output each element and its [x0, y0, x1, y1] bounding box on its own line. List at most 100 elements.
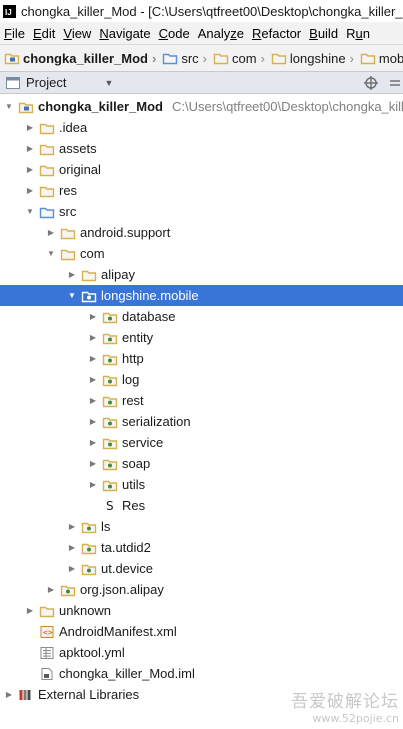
- menu-item[interactable]: Build: [305, 26, 342, 41]
- tree-row[interactable]: ▶ alipay: [0, 264, 403, 285]
- package-icon: [102, 477, 118, 493]
- folder-icon: [39, 120, 55, 136]
- tree-item-label: apktool.yml: [59, 645, 125, 660]
- breadcrumb-label: chongka_killer_Mod: [23, 50, 148, 66]
- tree-row[interactable]: ▶ soap: [0, 453, 403, 474]
- tree-row[interactable]: ▶ utils: [0, 474, 403, 495]
- menu-item[interactable]: Refactor: [248, 26, 305, 41]
- tree-row[interactable]: ▼ chongka_killer_Mod C:\Users\qtfreet00\De…: [0, 96, 403, 117]
- package-icon: [102, 330, 118, 346]
- breadcrumb-item[interactable]: chongka_killer_Mod ›: [0, 51, 158, 66]
- collapse-arrow-icon[interactable]: ▶: [25, 164, 35, 174]
- folder-icon: [39, 603, 55, 619]
- collapse-arrow-icon[interactable]: ▶: [25, 122, 35, 132]
- tree-row[interactable]: ▶ res: [0, 180, 403, 201]
- breadcrumb-item[interactable]: mobile: [356, 51, 403, 66]
- collapse-arrow-icon[interactable]: ▶: [25, 143, 35, 153]
- chevron-right-icon: ›: [151, 50, 157, 66]
- collapse-arrow-icon[interactable]: ▶: [46, 584, 56, 594]
- menu-item[interactable]: Edit: [29, 26, 59, 41]
- tree-row[interactable]: ▶ serialization: [0, 411, 403, 432]
- tree-row[interactable]: ▶ assets: [0, 138, 403, 159]
- module-folder-icon: [4, 51, 20, 65]
- menu-item[interactable]: File: [0, 26, 29, 41]
- expand-arrow-icon[interactable]: ▼: [67, 290, 77, 300]
- scroll-from-source-icon[interactable]: [363, 75, 379, 91]
- collapse-arrow-icon[interactable]: ▶: [25, 185, 35, 195]
- folder-icon: [39, 183, 55, 199]
- tree-row[interactable]: ▶ org.json.alipay: [0, 579, 403, 600]
- menu-item[interactable]: View: [59, 26, 95, 41]
- menu-item[interactable]: Analyze: [194, 26, 248, 41]
- collapse-arrow-icon[interactable]: ▶: [88, 332, 98, 342]
- tree-item-label: res: [59, 183, 78, 198]
- project-view-selector[interactable]: Project ▼: [6, 75, 113, 90]
- collapse-arrow-icon[interactable]: ▶: [88, 437, 98, 447]
- collapse-arrow-icon[interactable]: ▶: [4, 689, 14, 699]
- breadcrumb-label: src: [181, 50, 199, 66]
- tree-item-label: alipay: [101, 267, 135, 282]
- menu-item[interactable]: Run: [342, 26, 374, 41]
- tree-item-label: ut.device: [101, 561, 154, 576]
- tree-row[interactable]: apktool.yml: [0, 642, 403, 663]
- iml-file-icon: [39, 666, 55, 682]
- tree-row[interactable]: ▼ longshine.mobile: [0, 285, 403, 306]
- breadcrumb-item[interactable]: longshine ›: [267, 51, 356, 66]
- package-icon: [102, 456, 118, 472]
- collapse-arrow-icon[interactable]: ▶: [88, 374, 98, 384]
- collapse-arrow-icon[interactable]: ▶: [67, 542, 77, 552]
- tree-row[interactable]: ▶ entity: [0, 327, 403, 348]
- window-title: chongka_killer_Mod - [C:\Users\qtfreet00…: [21, 3, 403, 19]
- expand-arrow-icon[interactable]: ▼: [4, 101, 14, 111]
- tree-row[interactable]: ▼ src: [0, 201, 403, 222]
- chevron-right-icon: ›: [349, 50, 354, 66]
- collapse-arrow-icon[interactable]: ▶: [88, 395, 98, 405]
- chevron-right-icon: ›: [260, 50, 265, 66]
- collapse-arrow-icon[interactable]: ▶: [88, 458, 98, 468]
- collapse-arrow-icon[interactable]: ▶: [67, 521, 77, 531]
- menu-item[interactable]: Code: [155, 26, 194, 41]
- tree-row[interactable]: ▶ http: [0, 348, 403, 369]
- tree-row[interactable]: ▶ ta.utdid2: [0, 537, 403, 558]
- collapse-arrow-icon[interactable]: ▶: [67, 563, 77, 573]
- expand-arrow-icon[interactable]: ▼: [46, 248, 56, 258]
- tree-row[interactable]: ▶ .idea: [0, 117, 403, 138]
- breadcrumb-label: longshine: [289, 50, 346, 66]
- tree-row[interactable]: ▶ ls: [0, 516, 403, 537]
- collapse-arrow-icon[interactable]: ▶: [88, 416, 98, 426]
- collapse-all-icon[interactable]: [387, 75, 403, 91]
- breadcrumb-item[interactable]: com ›: [209, 51, 267, 66]
- tree-row[interactable]: ▶ android.support: [0, 222, 403, 243]
- tree-row[interactable]: ▶ database: [0, 306, 403, 327]
- tree-row[interactable]: ▶ ut.device: [0, 558, 403, 579]
- menu-item[interactable]: Navigate: [95, 26, 154, 41]
- breadcrumb-label: com: [232, 50, 257, 66]
- expand-arrow-icon[interactable]: ▼: [25, 206, 35, 216]
- tree-row[interactable]: ▶ rest: [0, 390, 403, 411]
- tree-row[interactable]: ▶ original: [0, 159, 403, 180]
- tree-row[interactable]: ▶ log: [0, 369, 403, 390]
- folder-icon: [60, 225, 76, 241]
- svg-text:S: S: [106, 499, 114, 513]
- collapse-arrow-icon[interactable]: ▶: [88, 353, 98, 363]
- package-icon: [81, 540, 97, 556]
- tree-row[interactable]: ▼ com: [0, 243, 403, 264]
- tree-item-label: entity: [122, 330, 154, 345]
- collapse-arrow-icon[interactable]: ▶: [67, 269, 77, 279]
- tree-item-label: src: [59, 204, 77, 219]
- tree-row[interactable]: S Res: [0, 495, 403, 516]
- collapse-arrow-icon[interactable]: ▶: [25, 605, 35, 615]
- tree-row[interactable]: <> AndroidManifest.xml: [0, 621, 403, 642]
- package-icon: [102, 351, 118, 367]
- folder-icon: [39, 141, 55, 157]
- breadcrumb-item[interactable]: src ›: [158, 51, 209, 66]
- collapse-arrow-icon[interactable]: ▶: [88, 311, 98, 321]
- tree-item-label: http: [122, 351, 144, 366]
- tree-row[interactable]: ▶ unknown: [0, 600, 403, 621]
- tree-item-label: Res: [122, 498, 146, 513]
- collapse-arrow-icon[interactable]: ▶: [46, 227, 56, 237]
- collapse-arrow-icon[interactable]: ▶: [88, 479, 98, 489]
- tree-row[interactable]: ▶ service: [0, 432, 403, 453]
- tree-row[interactable]: chongka_killer_Mod.iml: [0, 663, 403, 684]
- project-path: C:\Users\qtfreet00\Desktop\chongka_kille: [172, 99, 403, 114]
